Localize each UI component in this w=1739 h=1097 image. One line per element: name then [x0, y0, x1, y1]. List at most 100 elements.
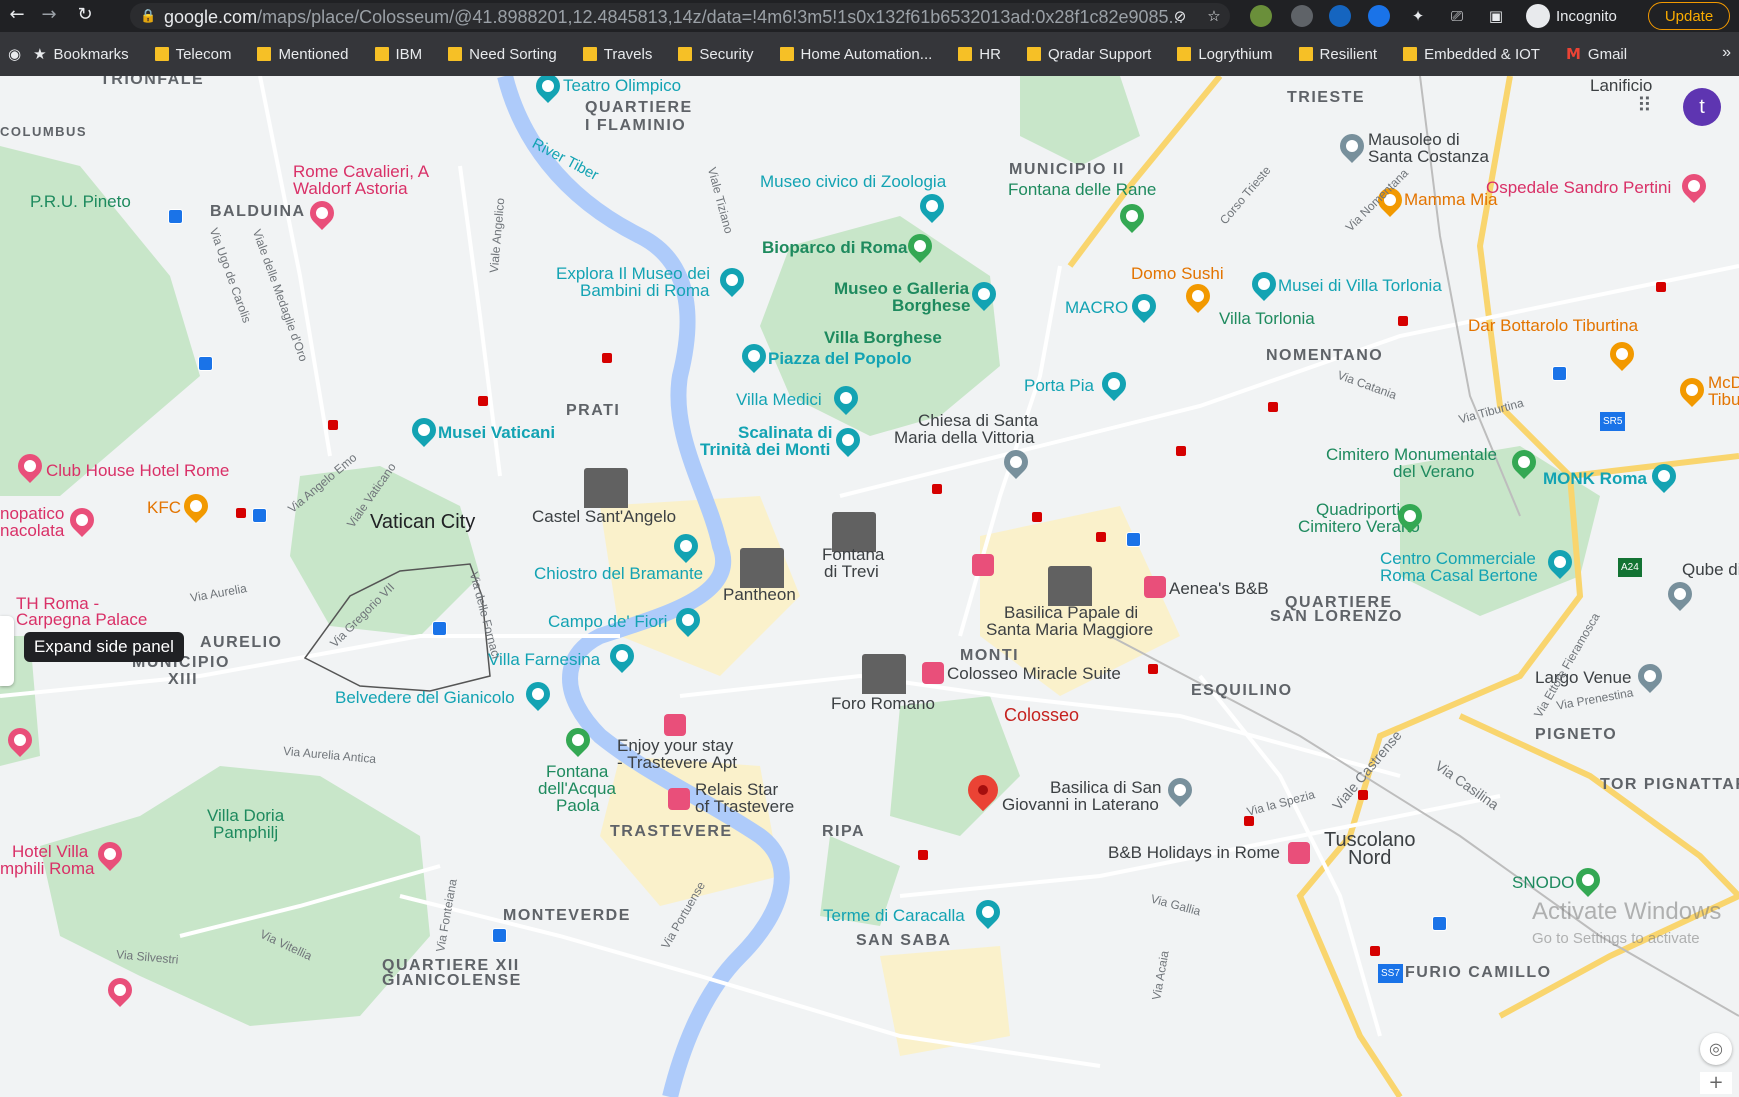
- bookmark-star-icon[interactable]: ☆: [1204, 6, 1224, 26]
- glasses-extension-icon[interactable]: [1329, 5, 1351, 27]
- place-ospedale-pertini[interactable]: Ospedale Sandro Pertini: [1486, 178, 1671, 197]
- place-snodo[interactable]: SNODO: [1512, 873, 1574, 892]
- bus-stop-icon[interactable]: [252, 508, 267, 523]
- place-teatro-olimpico[interactable]: Teatro Olimpico: [563, 76, 681, 95]
- place-macro[interactable]: MACRO: [1065, 298, 1128, 317]
- bookmark-qradar-support[interactable]: Qradar Support: [1026, 46, 1151, 63]
- place-musei-villa-torlonia[interactable]: Musei di Villa Torlonia: [1278, 276, 1442, 295]
- extension-icon[interactable]: [1250, 5, 1272, 27]
- back-arrow-icon[interactable]: ←: [6, 4, 28, 26]
- metro-station-icon[interactable]: [932, 484, 942, 494]
- place-monk-roma[interactable]: MONK Roma: [1543, 469, 1647, 488]
- bookmark-resilient[interactable]: Resilient: [1298, 46, 1377, 63]
- place-chiesa-2[interactable]: Maria della Vittoria: [894, 428, 1034, 447]
- bookmark-embedded-iot[interactable]: Embedded & IOT: [1403, 46, 1540, 63]
- hotel-icon[interactable]: [1288, 842, 1310, 864]
- bus-stop-icon[interactable]: [492, 928, 507, 943]
- place-chiostro[interactable]: Chiostro del Bramante: [534, 564, 703, 583]
- address-bar[interactable]: 🔒 google.com/maps/place/Colosseum/@41.89…: [130, 3, 1230, 29]
- map-canvas[interactable]: TRIONFALE COLUMBUS QUARTIERE I FLAMINIO …: [0, 76, 1739, 1097]
- pantheon-landmark-icon[interactable]: [740, 548, 784, 588]
- eye-off-icon[interactable]: ⊘: [1170, 6, 1190, 26]
- place-fontana-rane[interactable]: Fontana delle Rane: [1008, 180, 1156, 199]
- bookmark-mentioned[interactable]: Mentioned: [257, 46, 349, 63]
- bus-stop-icon[interactable]: [198, 356, 213, 371]
- bookmark-gmail[interactable]: M Gmail: [1566, 45, 1627, 63]
- sidepanel-icon[interactable]: ▣: [1486, 6, 1506, 26]
- forward-arrow-icon[interactable]: →: [38, 4, 60, 26]
- place-villa-farnesina[interactable]: Villa Farnesina: [488, 650, 600, 669]
- place-basilica-sg-2[interactable]: Giovanni in Laterano: [1002, 795, 1159, 814]
- bus-stop-icon[interactable]: [1552, 366, 1567, 381]
- url-text[interactable]: google.com/maps/place/Colosseum/@41.8988…: [164, 7, 1184, 28]
- place-enjoy-2[interactable]: - Trastevere Apt: [617, 753, 737, 772]
- place-rome-cavalieri-2[interactable]: Waldorf Astoria: [293, 179, 408, 198]
- selected-place-label[interactable]: Colosseo: [1004, 706, 1079, 725]
- place-kfc[interactable]: KFC: [147, 498, 181, 517]
- place-colosseo-suite[interactable]: Colosseo Miracle Suite: [947, 664, 1121, 683]
- place-qube[interactable]: Qube disco: [1682, 560, 1739, 579]
- bus-stop-icon[interactable]: [168, 209, 183, 224]
- bookmark-travels[interactable]: Travels: [582, 46, 652, 63]
- place-club-house[interactable]: Club House Hotel Rome: [46, 461, 229, 480]
- place-belvedere[interactable]: Belvedere del Gianicolo: [335, 688, 515, 707]
- place-museo-galleria-2[interactable]: Borghese: [892, 296, 970, 315]
- metro-station-icon[interactable]: [1176, 446, 1186, 456]
- zoom-in-button[interactable]: +: [1700, 1072, 1732, 1094]
- side-panel-handle[interactable]: [0, 616, 14, 686]
- metro-station-icon[interactable]: [1656, 282, 1666, 292]
- place-pru-pineto[interactable]: P.R.U. Pineto: [30, 192, 131, 211]
- place-castel[interactable]: Castel Sant'Angelo: [532, 507, 676, 526]
- place-villa-medici[interactable]: Villa Medici: [736, 390, 822, 409]
- metro-station-icon[interactable]: [1148, 664, 1158, 674]
- place-scalinata-2[interactable]: Trinità dei Monti: [700, 440, 830, 459]
- metro-station-icon[interactable]: [328, 420, 338, 430]
- bookmark-logrythium[interactable]: Logrythium: [1177, 46, 1273, 63]
- place-campo-fiori[interactable]: Campo de' Fiori: [548, 612, 667, 631]
- place-aeneas[interactable]: Aenea's B&B: [1169, 579, 1269, 598]
- place-terme[interactable]: Terme di Caracalla: [823, 906, 965, 925]
- place-dar-bottarolo[interactable]: Dar Bottarolo Tiburtina: [1468, 316, 1638, 335]
- place-fontana-acqua-3[interactable]: Paola: [556, 796, 599, 815]
- cast-icon[interactable]: ⎚: [1447, 6, 1467, 26]
- incognito-indicator[interactable]: Incognito: [1526, 3, 1617, 29]
- place-cimitero-2[interactable]: del Verano: [1393, 462, 1474, 481]
- metro-station-icon[interactable]: [478, 396, 488, 406]
- place-foro-romano[interactable]: Foro Romano: [831, 694, 935, 713]
- download-extension-icon[interactable]: [1368, 5, 1390, 27]
- area-vatican-city[interactable]: Vatican City: [370, 512, 475, 532]
- place-centro-comm-2[interactable]: Roma Casal Bertone: [1380, 566, 1538, 585]
- update-button[interactable]: Update: [1648, 2, 1730, 30]
- hotel-icon[interactable]: [664, 714, 686, 736]
- bookmark-need-sorting[interactable]: Need Sorting: [448, 46, 557, 63]
- bookmark-ibm[interactable]: IBM: [374, 46, 422, 63]
- place-bioparco[interactable]: Bioparco di Roma: [762, 238, 907, 257]
- hotel-icon[interactable]: [972, 554, 994, 576]
- metro-station-icon[interactable]: [918, 850, 928, 860]
- bus-stop-icon[interactable]: [432, 621, 447, 636]
- place-mausoleo-2[interactable]: Santa Costanza: [1368, 147, 1489, 166]
- place-museo-zoologia[interactable]: Museo civico di Zoologia: [760, 172, 946, 191]
- forum-landmark-icon[interactable]: [862, 654, 906, 694]
- place-piazza-popolo[interactable]: Piazza del Popolo: [768, 349, 912, 368]
- place-porta-pia[interactable]: Porta Pia: [1024, 376, 1094, 395]
- place-relais-2[interactable]: of Trastevere: [695, 797, 794, 816]
- metro-station-icon[interactable]: [236, 508, 246, 518]
- bookmarks-overflow-button[interactable]: »: [1722, 44, 1731, 62]
- place-fontana-trevi-2[interactable]: di Trevi: [824, 562, 879, 581]
- place-bb-holidays[interactable]: B&B Holidays in Rome: [1108, 843, 1280, 862]
- place-musei-vaticani[interactable]: Musei Vaticani: [438, 423, 555, 442]
- puzzle-extensions-icon[interactable]: ✦: [1408, 6, 1428, 26]
- target-extension-icon[interactable]: [1291, 5, 1313, 27]
- metro-station-icon[interactable]: [1398, 316, 1408, 326]
- metro-station-icon[interactable]: [602, 353, 612, 363]
- my-location-button[interactable]: ◎: [1700, 1033, 1732, 1065]
- hotel-icon[interactable]: [922, 662, 944, 684]
- metro-station-icon[interactable]: [1268, 402, 1278, 412]
- place-domo-sushi[interactable]: Domo Sushi: [1131, 264, 1224, 283]
- apps-globe-icon[interactable]: ◉: [8, 45, 21, 63]
- metro-station-icon[interactable]: [1358, 790, 1368, 800]
- google-apps-icon[interactable]: ⠿: [1637, 94, 1659, 116]
- place-explora-2[interactable]: Bambini di Roma: [580, 281, 709, 300]
- castle-landmark-icon[interactable]: [584, 468, 628, 508]
